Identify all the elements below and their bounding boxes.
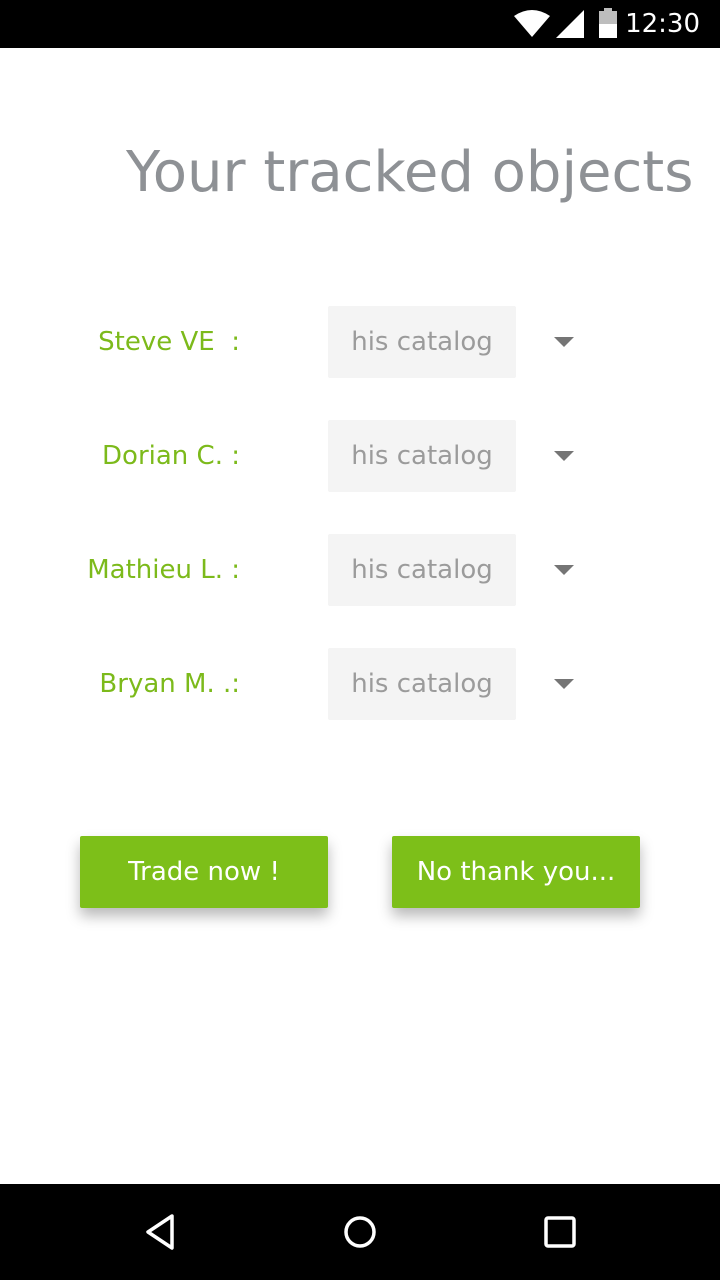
recent-apps-icon[interactable] — [536, 1208, 584, 1256]
user-label: Mathieu L. : — [87, 555, 240, 585]
chevron-down-icon[interactable] — [554, 337, 574, 347]
trade-now-button[interactable]: Trade now ! — [80, 836, 328, 908]
tracked-row: Mathieu L. : his catalog — [0, 534, 720, 606]
signal-icon — [556, 10, 584, 38]
status-bar: 12:30 — [0, 0, 720, 48]
home-icon[interactable] — [336, 1208, 384, 1256]
tracked-row: Dorian C. : his catalog — [0, 420, 720, 492]
user-label: Steve VE : — [98, 327, 240, 357]
decline-button[interactable]: No thank you... — [392, 836, 640, 908]
catalog-select[interactable]: his catalog — [328, 306, 516, 378]
battery-icon — [599, 8, 617, 38]
page-title: Your tracked objects — [126, 140, 694, 205]
user-label: Dorian C. : — [102, 441, 240, 471]
catalog-select[interactable]: his catalog — [328, 420, 516, 492]
chevron-down-icon[interactable] — [554, 565, 574, 575]
catalog-select[interactable]: his catalog — [328, 534, 516, 606]
chevron-down-icon[interactable] — [554, 679, 574, 689]
status-time: 12:30 — [625, 9, 700, 39]
tracked-row: Steve VE : his catalog — [0, 306, 720, 378]
wifi-icon — [514, 10, 550, 37]
tracked-row: Bryan M. .: his catalog — [0, 648, 720, 720]
catalog-select[interactable]: his catalog — [328, 648, 516, 720]
back-icon[interactable] — [136, 1208, 184, 1256]
chevron-down-icon[interactable] — [554, 451, 574, 461]
user-label: Bryan M. .: — [99, 669, 240, 699]
navigation-bar — [0, 1184, 720, 1280]
